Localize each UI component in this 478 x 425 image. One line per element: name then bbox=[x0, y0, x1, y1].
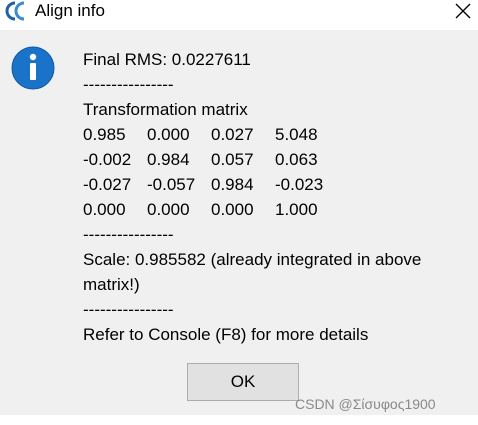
matrix-cell: 1.000 bbox=[275, 200, 318, 219]
matrix-row: 0.985 0.000 0.027 5.048 bbox=[83, 122, 463, 147]
matrix-cell: 0.000 bbox=[211, 200, 254, 219]
separator: ---------------- bbox=[83, 300, 174, 319]
ok-button[interactable]: OK bbox=[187, 363, 299, 401]
window-title: Align info bbox=[35, 1, 105, 20]
matrix-cell: -0.057 bbox=[147, 175, 196, 194]
matrix-row: -0.027 -0.057 0.984 -0.023 bbox=[83, 172, 463, 197]
message-text: Final RMS: 0.0227611 ---------------- Tr… bbox=[83, 47, 463, 347]
matrix-cell: 0.000 bbox=[147, 125, 190, 144]
matrix-cell: 0.000 bbox=[147, 200, 190, 219]
matrix-cell: -0.002 bbox=[83, 150, 132, 169]
matrix-cell: 0.063 bbox=[275, 150, 318, 169]
title-bar[interactable]: Align info bbox=[0, 0, 478, 30]
matrix-cell: 0.985 bbox=[83, 125, 126, 144]
matrix-cell: 0.000 bbox=[83, 200, 126, 219]
matrix-cell: -0.023 bbox=[275, 175, 324, 194]
taskbar-strip bbox=[0, 415, 478, 425]
watermark: CSDN @Σίσυφος1900 bbox=[295, 396, 436, 412]
matrix-row: -0.002 0.984 0.057 0.063 bbox=[83, 147, 463, 172]
matrix-row: 0.000 0.000 0.000 1.000 bbox=[83, 197, 463, 222]
matrix-cell: 0.057 bbox=[211, 150, 254, 169]
info-icon bbox=[11, 46, 55, 90]
matrix-cell: 0.984 bbox=[147, 150, 190, 169]
cloudcompare-logo-icon bbox=[5, 1, 25, 21]
close-icon bbox=[455, 3, 471, 19]
matrix-cell: 5.048 bbox=[275, 125, 318, 144]
separator: ---------------- bbox=[83, 225, 174, 244]
close-button[interactable] bbox=[448, 0, 478, 22]
matrix-cell: 0.984 bbox=[211, 175, 254, 194]
matrix-cell: 0.027 bbox=[211, 125, 254, 144]
matrix-cell: -0.027 bbox=[83, 175, 132, 194]
console-hint: Refer to Console (F8) for more details bbox=[83, 325, 369, 344]
final-rms: Final RMS: 0.0227611 bbox=[83, 50, 251, 69]
separator: ---------------- bbox=[83, 75, 174, 94]
matrix-title: Transformation matrix bbox=[83, 100, 248, 119]
scale-info: Scale: 0.985582 (already integrated in a… bbox=[83, 250, 422, 294]
align-info-dialog: Align info Final RMS: 0.0227611 --------… bbox=[0, 0, 478, 425]
